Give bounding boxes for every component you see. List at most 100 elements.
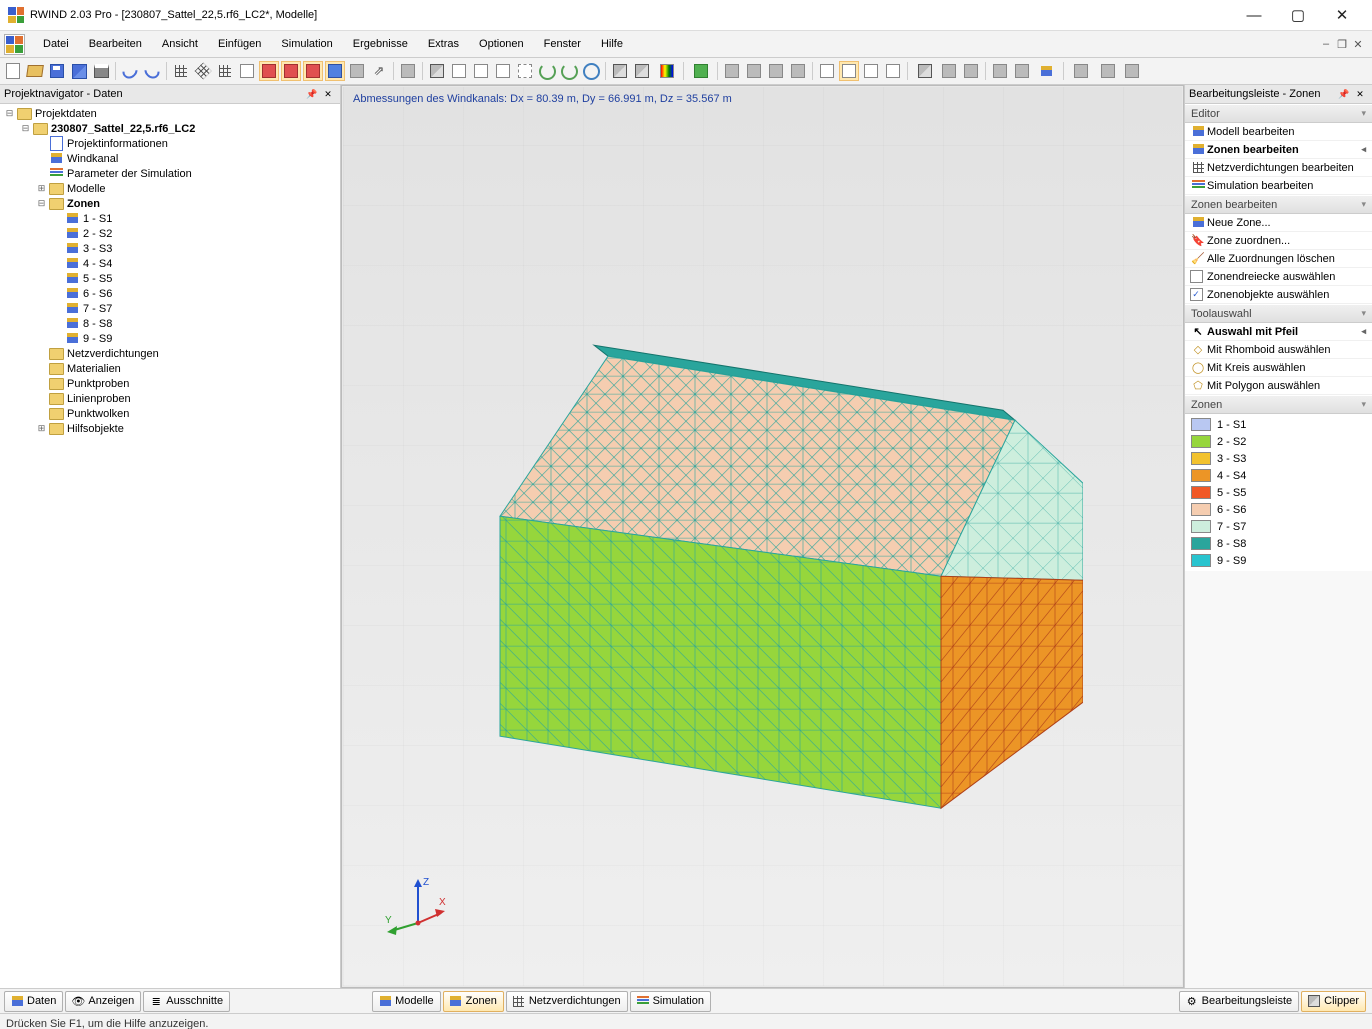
x2-button[interactable] xyxy=(1095,61,1120,81)
view-red1-button[interactable] xyxy=(259,61,279,81)
menu-bearbeiten[interactable]: Bearbeiten xyxy=(79,34,152,54)
menu-ansicht[interactable]: Ansicht xyxy=(152,34,208,54)
tree-item[interactable]: 5 - S5 xyxy=(0,271,340,286)
arrow-button[interactable]: ⇗ xyxy=(369,61,389,81)
panel-item[interactable]: Simulation bearbeiten xyxy=(1185,177,1372,195)
box2-button[interactable] xyxy=(632,61,652,81)
run-button[interactable] xyxy=(688,61,713,81)
panel-item[interactable]: Netzverdichtungen bearbeiten xyxy=(1185,159,1372,177)
menu-app-icon[interactable] xyxy=(4,34,25,55)
tree-item[interactable]: 9 - S9 xyxy=(0,331,340,346)
panel-item[interactable]: Modell bearbeiten xyxy=(1185,123,1372,141)
menu-einfügen[interactable]: Einfügen xyxy=(208,34,271,54)
maximize-button[interactable]: ▢ xyxy=(1276,1,1320,29)
tool2-button[interactable] xyxy=(1012,61,1032,81)
menu-datei[interactable]: Datei xyxy=(33,34,79,54)
plane2-button[interactable] xyxy=(961,61,981,81)
rot-cw-button[interactable] xyxy=(559,61,579,81)
edit-close-icon[interactable]: ✕ xyxy=(1352,86,1368,102)
tools-section[interactable]: Toolauswahl▾ xyxy=(1185,304,1372,323)
panel-item[interactable]: ◯Mit Kreis auswählen xyxy=(1185,359,1372,377)
tree-item[interactable]: Parameter der Simulation xyxy=(0,166,340,181)
rot-ccw-button[interactable] xyxy=(537,61,557,81)
close-button[interactable]: ✕ xyxy=(1320,1,1364,29)
tree-item[interactable]: ⊟Projektdaten xyxy=(0,106,340,121)
redo-button[interactable] xyxy=(142,61,162,81)
tree-item[interactable]: 7 - S7 xyxy=(0,301,340,316)
tab-modelle[interactable]: Modelle xyxy=(372,991,441,1012)
tab-bearbeitungsleiste[interactable]: ⚙Bearbeitungsleiste xyxy=(1179,991,1300,1012)
tab-netzverdichtungen[interactable]: Netzverdichtungen xyxy=(506,991,628,1012)
select-mode-button[interactable] xyxy=(237,61,257,81)
project-tree[interactable]: ⊟Projektdaten⊟230807_Sattel_22,5.rf6_LC2… xyxy=(0,104,340,988)
panel-item[interactable]: 🔖Zone zuordnen... xyxy=(1185,232,1372,250)
nav-pin-icon[interactable]: 📌 xyxy=(304,86,320,102)
f1-button[interactable] xyxy=(398,61,418,81)
menu-extras[interactable]: Extras xyxy=(418,34,469,54)
view-blue-button[interactable] xyxy=(325,61,345,81)
menu-simulation[interactable]: Simulation xyxy=(271,34,342,54)
panel-item[interactable]: 🧹Alle Zuordnungen löschen xyxy=(1185,250,1372,268)
legend-row[interactable]: 6 - S6 xyxy=(1185,501,1372,518)
undo-button[interactable] xyxy=(120,61,140,81)
zones-section[interactable]: Zonen▾ xyxy=(1185,395,1372,414)
tree-item[interactable]: Punktwolken xyxy=(0,406,340,421)
panel-item[interactable]: Zonendreiecke auswählen xyxy=(1185,268,1372,286)
m2-button[interactable] xyxy=(744,61,764,81)
mdi-restore-icon[interactable]: ❐ xyxy=(1336,38,1348,50)
tree-item[interactable]: Netzverdichtungen xyxy=(0,346,340,361)
view-red2-button[interactable] xyxy=(281,61,301,81)
panel-item[interactable]: ⬠Mit Polygon auswählen xyxy=(1185,377,1372,395)
top-button[interactable] xyxy=(493,61,513,81)
panel-item[interactable]: ✓Zonenobjekte auswählen xyxy=(1185,286,1372,304)
tree-item[interactable]: Materialien xyxy=(0,361,340,376)
m3-button[interactable] xyxy=(766,61,786,81)
sel3-button[interactable] xyxy=(861,61,881,81)
menu-hilfe[interactable]: Hilfe xyxy=(591,34,633,54)
panel-item[interactable]: Neue Zone... xyxy=(1185,214,1372,232)
panel-item[interactable]: ↖Auswahl mit Pfeil◂ xyxy=(1185,323,1372,341)
snap-button[interactable] xyxy=(171,61,191,81)
save-all-button[interactable] xyxy=(69,61,89,81)
legend-row[interactable]: 3 - S3 xyxy=(1185,450,1372,467)
fit-button[interactable] xyxy=(515,61,535,81)
grid-button[interactable] xyxy=(193,61,213,81)
menu-ergebnisse[interactable]: Ergebnisse xyxy=(343,34,418,54)
panel-item[interactable]: ◇Mit Rhomboid auswählen xyxy=(1185,341,1372,359)
tree-item[interactable]: ⊟Zonen xyxy=(0,196,340,211)
front-button[interactable] xyxy=(449,61,469,81)
tab-daten[interactable]: Daten xyxy=(4,991,63,1012)
box1-button[interactable] xyxy=(610,61,630,81)
edit-pin-icon[interactable]: 📌 xyxy=(1336,86,1352,102)
new-button[interactable] xyxy=(3,61,23,81)
nav-close-icon[interactable]: ✕ xyxy=(320,86,336,102)
open-button[interactable] xyxy=(25,61,45,81)
refresh-button[interactable] xyxy=(581,61,601,81)
mdi-minimize-icon[interactable]: – xyxy=(1320,38,1332,50)
tab-simulation[interactable]: Simulation xyxy=(630,991,711,1012)
m4-button[interactable] xyxy=(788,61,808,81)
tool1-button[interactable] xyxy=(990,61,1010,81)
view-red3-button[interactable] xyxy=(303,61,323,81)
panel-item[interactable]: Zonen bearbeiten◂ xyxy=(1185,141,1372,159)
plane1-button[interactable] xyxy=(939,61,959,81)
zone-edit-section[interactable]: Zonen bearbeiten▾ xyxy=(1185,195,1372,214)
viewport-3d[interactable]: Abmessungen des Windkanals: Dx = 80.39 m… xyxy=(341,85,1184,988)
tab-zonen[interactable]: Zonen xyxy=(443,991,504,1012)
x1-button[interactable] xyxy=(1068,61,1093,81)
editor-section[interactable]: Editor▾ xyxy=(1185,104,1372,123)
sel1-button[interactable] xyxy=(817,61,837,81)
tree-item[interactable]: 8 - S8 xyxy=(0,316,340,331)
tab-ausschnitte[interactable]: ≣Ausschnitte xyxy=(143,991,230,1012)
tree-item[interactable]: 3 - S3 xyxy=(0,241,340,256)
legend-row[interactable]: 2 - S2 xyxy=(1185,433,1372,450)
assign-button[interactable] xyxy=(347,61,367,81)
tree-item[interactable]: Linienproben xyxy=(0,391,340,406)
color-button[interactable] xyxy=(654,61,679,81)
tree-item[interactable]: 6 - S6 xyxy=(0,286,340,301)
iso-button[interactable] xyxy=(427,61,447,81)
tab-anzeigen[interactable]: 👁Anzeigen xyxy=(65,991,141,1012)
legend-row[interactable]: 1 - S1 xyxy=(1185,416,1372,433)
save-button[interactable] xyxy=(47,61,67,81)
tree-item[interactable]: Projektinformationen xyxy=(0,136,340,151)
